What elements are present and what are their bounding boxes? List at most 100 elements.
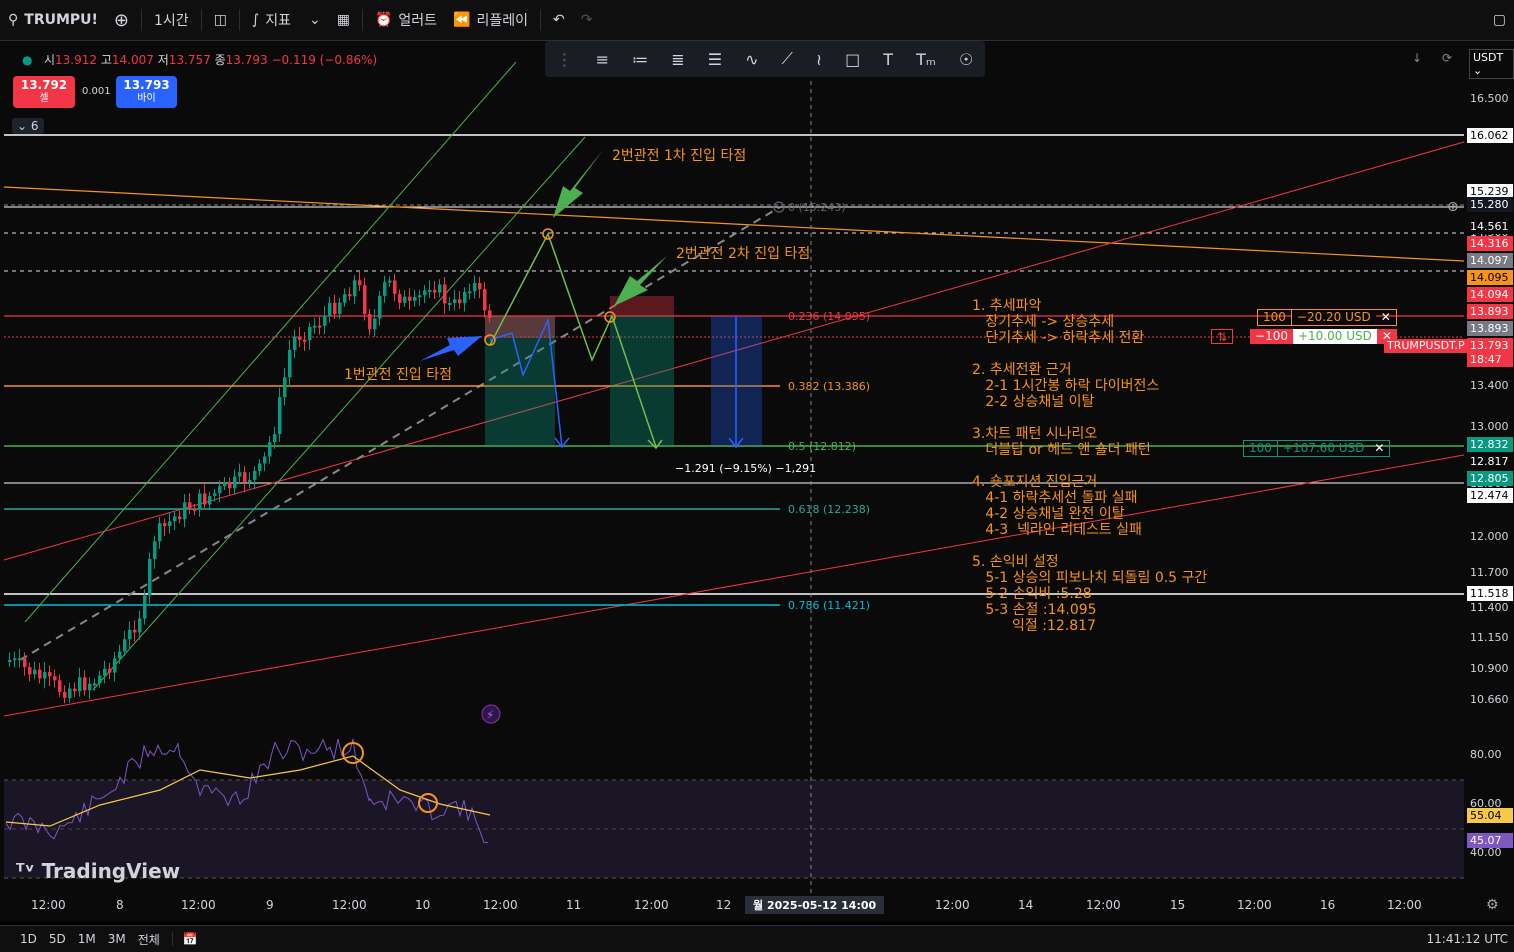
analysis-text[interactable]: 1. 추세파악 장기추세 -> 상승추세 단기추세 -> 하락추세 전환 2. …: [972, 298, 1207, 634]
icon-tool-icon[interactable]: ☉: [959, 50, 973, 69]
candle: [368, 314, 372, 330]
fib-label: 0.618 (12.238): [788, 503, 870, 516]
fullscreen-button[interactable]: ▢: [1485, 0, 1514, 40]
buy-label: 바이: [137, 93, 156, 104]
candle: [293, 336, 297, 350]
position-row[interactable]: −100 +10.00 USD ✕: [1250, 329, 1397, 344]
price-label: 12.474: [1467, 488, 1513, 503]
annotation-entry2-first[interactable]: 2번관전 1차 진입 타점: [612, 149, 746, 164]
parallel-channel-icon[interactable]: ≔: [632, 50, 648, 69]
chart-canvas[interactable]: 0 (15.243) 0.236 (14.095) 0.382 (13.386)…: [0, 41, 1514, 921]
rectangle-icon[interactable]: □: [845, 50, 860, 69]
range-5d[interactable]: 5D: [43, 932, 72, 946]
candle: [198, 493, 202, 510]
indicator-toggle[interactable]: ⌄ 6: [12, 118, 44, 134]
candle: [438, 284, 442, 293]
horizontal-lines-icon[interactable]: ≡: [596, 50, 609, 69]
price-label: 12.832: [1467, 437, 1513, 452]
candle: [448, 302, 452, 305]
layouts-button[interactable]: ▦: [329, 0, 358, 40]
chart-pane[interactable]: 0 (15.243) 0.236 (14.095) 0.382 (13.386)…: [0, 41, 1514, 921]
watermark-text: TradingView: [41, 859, 181, 883]
close-icon[interactable]: ✕: [1376, 310, 1396, 325]
price-label: 14.095: [1467, 270, 1513, 285]
tv-logo-icon: ᵀᵛ: [16, 859, 35, 883]
candle: [378, 295, 382, 319]
status-dot: ●: [22, 53, 33, 67]
candle: [18, 658, 22, 661]
candle: [113, 658, 117, 673]
candle: [343, 294, 347, 303]
indicators-icon: ∫: [251, 12, 260, 28]
price-label: 45.07: [1467, 833, 1513, 848]
range-1d[interactable]: 1D: [14, 932, 43, 946]
annotation-entry2-second[interactable]: 2번관전 2차 진입 타점: [676, 247, 810, 262]
open-value: 13.912: [54, 53, 97, 67]
close-icon[interactable]: ✕: [1369, 441, 1389, 456]
time-tick: 16: [1320, 898, 1336, 912]
text-icon[interactable]: T: [883, 50, 893, 69]
pattern-icon[interactable]: ≀: [816, 50, 822, 69]
candles-icon: ◫: [213, 12, 227, 28]
range-3m[interactable]: 3M: [102, 932, 132, 946]
candle: [473, 283, 477, 292]
interval-button[interactable]: 1시간: [146, 0, 197, 40]
candle: [193, 508, 197, 511]
candle: [178, 516, 182, 520]
date-range-icon[interactable]: 📅: [171, 932, 204, 946]
price-label: 14.094: [1467, 287, 1513, 302]
currency-select[interactable]: USDT ⌄: [1469, 49, 1514, 79]
utc-clock[interactable]: 11:41:12 UTC: [1427, 932, 1509, 946]
annotation-entry1[interactable]: 1번관전 진입 타점: [344, 368, 452, 383]
settings-gear-icon[interactable]: ⚙: [1486, 897, 1499, 913]
add-price-icon[interactable]: ⊕: [1447, 199, 1459, 215]
compare-button[interactable]: ⊕: [106, 0, 137, 40]
indicators-button[interactable]: ∫ 지표 ⌄: [244, 0, 329, 40]
close-label: 종: [214, 53, 226, 67]
reverse-button[interactable]: ⇅: [1211, 329, 1234, 344]
candle: [418, 295, 422, 298]
position-row[interactable]: 100 +107.60 USD ✕: [1243, 440, 1391, 457]
candle: [283, 377, 287, 398]
replay-button[interactable]: ⏪ 리플레이: [445, 0, 536, 40]
candle: [298, 336, 302, 340]
candle: [203, 493, 207, 505]
red-support-line[interactable]: [3, 454, 1465, 717]
price-label: 14.097: [1467, 253, 1513, 268]
undo-icon: ↶: [553, 12, 565, 28]
position-qty: 100: [1244, 441, 1278, 456]
green-arrow-1: [553, 150, 603, 218]
grid-icon: ▦: [336, 12, 350, 28]
candle: [328, 302, 332, 316]
range-1m[interactable]: 1M: [72, 932, 102, 946]
refresh-icon[interactable]: ⟳: [1442, 51, 1452, 65]
text-tool-icon[interactable]: Tₘ: [916, 50, 936, 69]
undo-button[interactable]: ↶: [545, 0, 573, 40]
candle: [188, 502, 192, 509]
candle: [68, 688, 72, 698]
price-label: 14.316: [1467, 236, 1513, 251]
buy-button[interactable]: 13.793 바이: [116, 76, 177, 108]
short-position-target-2[interactable]: [610, 316, 674, 446]
candle: [158, 523, 162, 542]
drag-handle-icon[interactable]: ⋮: [557, 50, 573, 69]
price-label: 13.893: [1467, 304, 1513, 319]
candle: [253, 470, 257, 480]
symbol-search[interactable]: ⚲ TRUMPU!: [0, 0, 106, 40]
arrow-down-icon[interactable]: ↓: [1412, 51, 1422, 65]
trendline-icon[interactable]: ⟋: [782, 49, 793, 69]
redo-button[interactable]: ↷: [573, 0, 601, 40]
alert-button[interactable]: ⏰ 얼러트: [367, 0, 445, 40]
fib-icon[interactable]: ≣: [671, 50, 684, 69]
sell-price: 13.792: [20, 78, 68, 92]
range-all[interactable]: 전체: [132, 931, 166, 948]
sell-button[interactable]: 13.792 셀: [13, 76, 75, 108]
channel-upper[interactable]: [24, 61, 517, 623]
bottom-toolbar: 1D 5D 1M 3M 전체 📅 11:41:12 UTC: [0, 925, 1514, 952]
position-row[interactable]: 100 −20.20 USD ✕: [1257, 309, 1397, 326]
chart-type-button[interactable]: ◫: [206, 0, 235, 40]
gann-icon[interactable]: ☰: [708, 50, 722, 69]
candle: [388, 280, 392, 283]
elliott-wave-icon[interactable]: ∿: [745, 50, 758, 69]
fib-label: 0.786 (11.421): [788, 599, 870, 612]
